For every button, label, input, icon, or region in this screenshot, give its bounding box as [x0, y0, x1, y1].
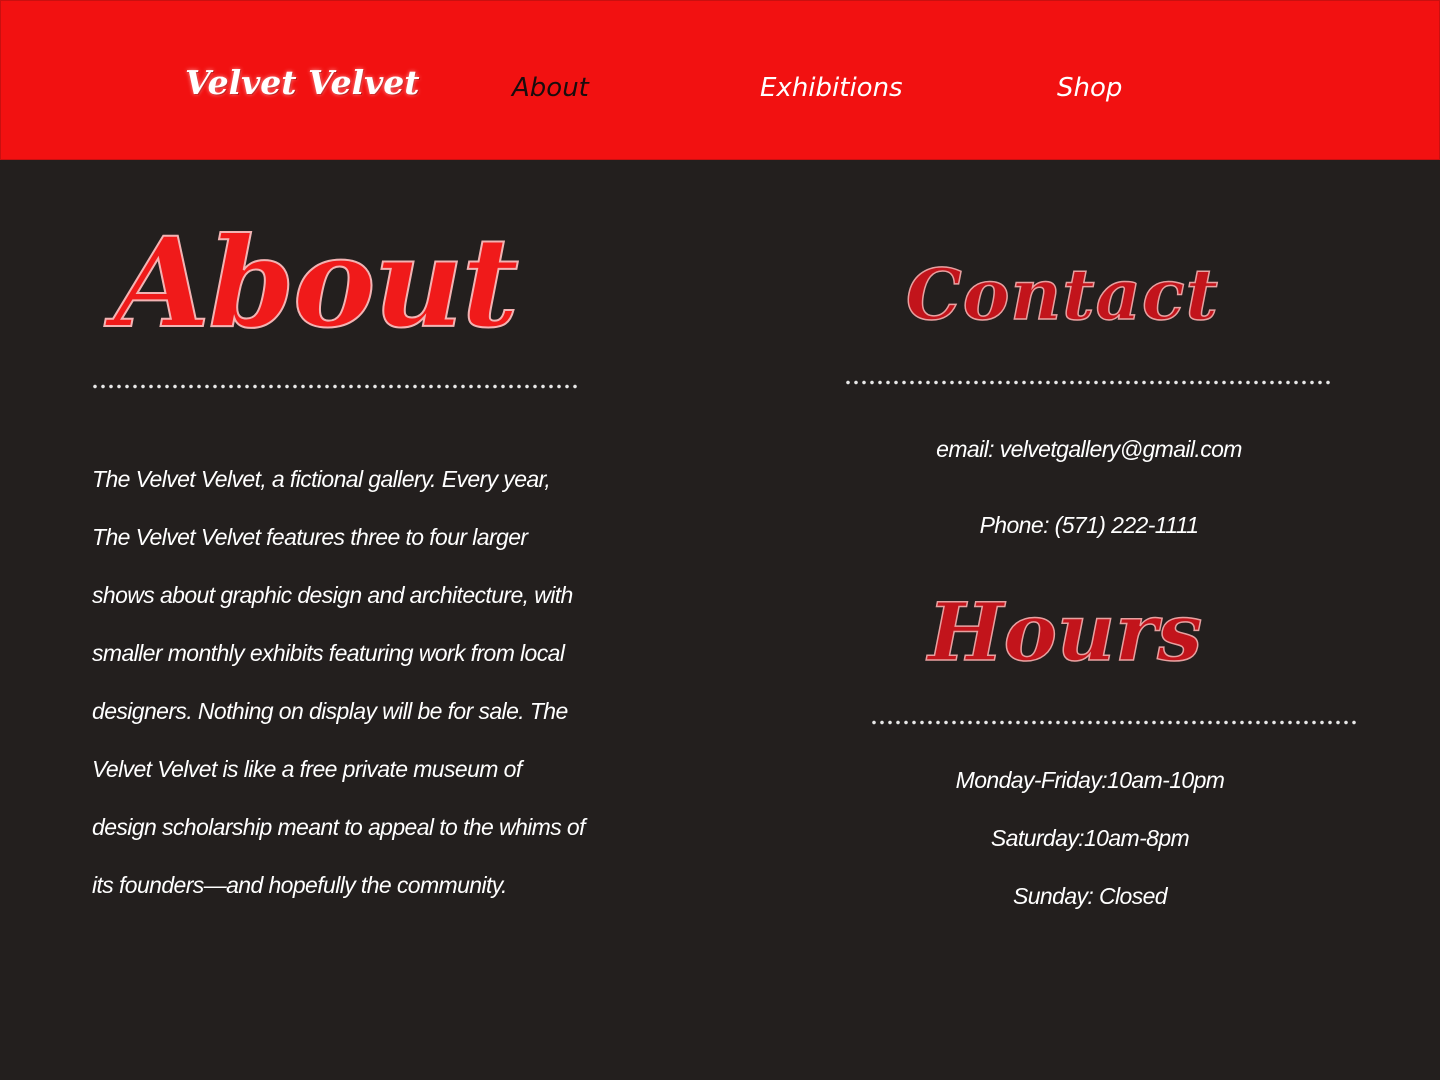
- about-line: The Velvet Velvet, a fictional gallery. …: [92, 466, 551, 492]
- about-line: Velvet Velvet is like a free private mus…: [92, 756, 522, 782]
- brand-logo[interactable]: Velvet Velvet: [185, 63, 420, 102]
- hours-saturday: Saturday:10am-8pm: [990, 825, 1190, 851]
- about-line: designers. Nothing on display will be fo…: [92, 698, 568, 724]
- nav-link-exhibitions[interactable]: Exhibitions: [760, 73, 903, 103]
- hours-sunday: Sunday: Closed: [1013, 883, 1168, 909]
- hours-heading: Hours: [927, 585, 1203, 679]
- contact-divider: [844, 380, 1332, 385]
- about-line: The Velvet Velvet features three to four…: [92, 524, 528, 550]
- about-line: shows about graphic design and architect…: [92, 582, 573, 608]
- about-line: design scholarship meant to appeal to th…: [92, 814, 586, 840]
- about-divider: [91, 384, 579, 389]
- hours-weekday: Monday-Friday:10am-10pm: [955, 767, 1225, 793]
- nav-link-about[interactable]: About: [512, 73, 589, 103]
- nav-link-shop[interactable]: Shop: [1057, 73, 1122, 103]
- contact-email[interactable]: email: velvetgallery@gmail.com: [839, 436, 1339, 463]
- contact-phone[interactable]: Phone: (571) 222-1111: [839, 512, 1339, 539]
- contact-heading: Contact: [905, 253, 1219, 336]
- about-description: The Velvet Velvet, a fictional gallery. …: [92, 450, 652, 914]
- site-header: Velvet Velvet About Exhibitions Shop: [0, 0, 1440, 160]
- about-heading: About: [113, 211, 520, 356]
- hours-divider: [870, 720, 1358, 725]
- about-line: smaller monthly exhibits featuring work …: [92, 640, 565, 666]
- about-line: its founders—and hopefully the community…: [92, 872, 507, 898]
